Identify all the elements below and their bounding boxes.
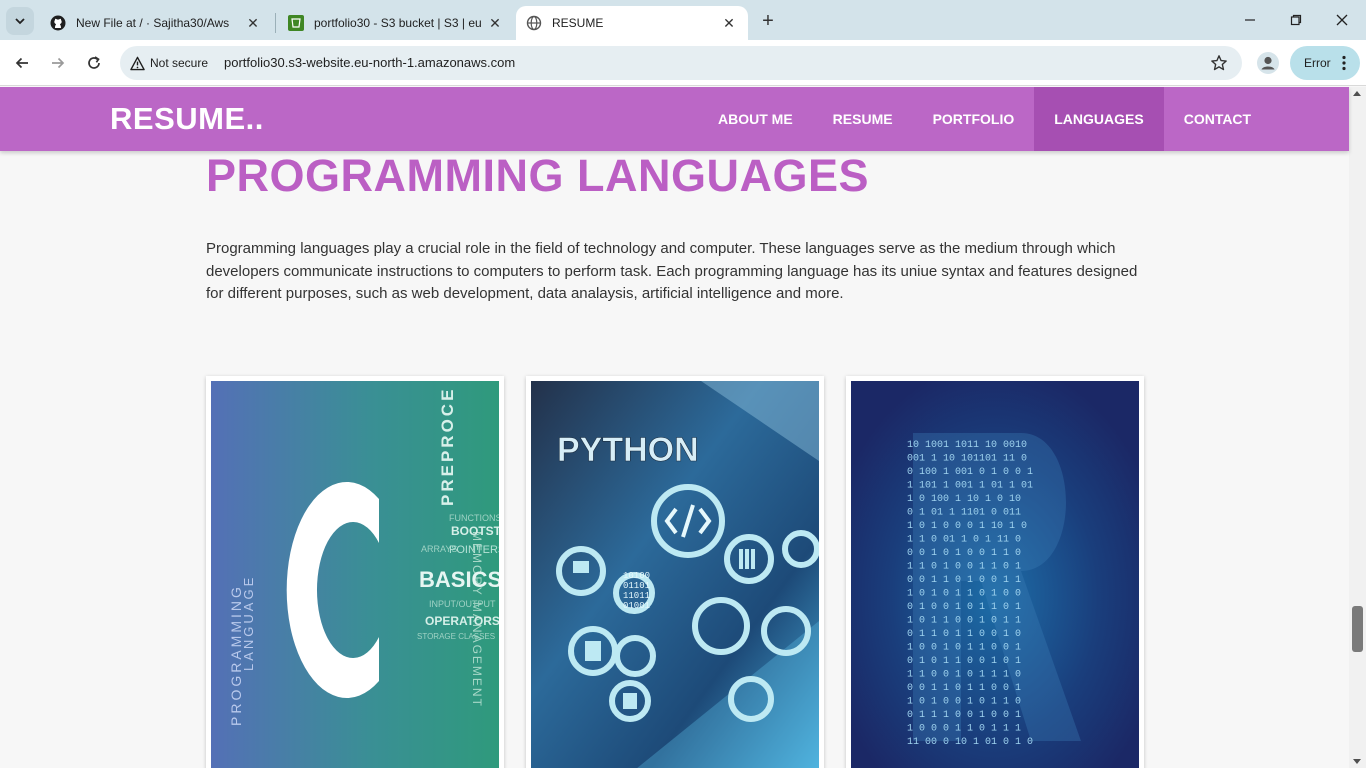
nav-about-me[interactable]: ABOUT ME	[698, 87, 813, 151]
chevron-down-icon	[15, 18, 25, 25]
forward-arrow-icon[interactable]	[44, 49, 72, 77]
tab-s3-bucket[interactable]: portfolio30 - S3 bucket | S3 | eu ✕	[278, 6, 514, 40]
section-heading: PROGRAMMING LANGUAGES	[206, 150, 869, 201]
site-logo[interactable]: RESUME..	[110, 101, 264, 137]
python-binary-3: 11011	[623, 591, 650, 601]
c-vertical-preprocessor: PREPROCE	[438, 387, 457, 506]
c-word-bootstrap: BOOTSTRAP	[451, 524, 499, 538]
tab-title: RESUME	[552, 16, 604, 30]
c-word-input-output: INPUT/OUTPUT	[429, 599, 496, 609]
reload-icon[interactable]	[80, 49, 108, 77]
section-intro: Programming languages play a crucial rol…	[206, 240, 1138, 302]
site-menu: ABOUT ME RESUME PORTFOLIO LANGUAGES CONT…	[698, 87, 1271, 151]
r-binary-row: 1 0 1 0 1 1 0 1 0 0	[907, 589, 1021, 600]
nav-contact[interactable]: CONTACT	[1164, 87, 1271, 151]
r-binary-row: 0 1 1 1 0 0 1 0 0 1	[907, 710, 1021, 721]
language-card-python[interactable]: PYTHON 10100 01101 11011 01001	[526, 376, 824, 768]
close-tab-icon[interactable]: ✕	[244, 14, 262, 32]
c-word-storage: STORAGE CLASSES	[417, 632, 495, 641]
restore-icon[interactable]	[1274, 6, 1318, 34]
language-card-r[interactable]: 10 1001 1011 10 0010 001 1 10 101101 11 0…	[846, 376, 1144, 768]
c-word-basics: BASICS	[419, 567, 499, 592]
c-language-image: PROGRAMMING LANGUAGE PREPROCE MEMORY MAN…	[211, 381, 499, 768]
r-binary-row: 1 1 0 1 0 0 1 1 0 1	[907, 562, 1021, 573]
r-binary-row: 0 0 1 0 1 0 0 1 1 0	[907, 548, 1021, 559]
site-navbar: RESUME.. ABOUT ME RESUME PORTFOLIO LANGU…	[0, 87, 1349, 151]
r-binary-row: 0 0 1 1 0 1 1 0 0 1	[907, 683, 1021, 694]
aws-s3-icon	[288, 15, 304, 31]
python-binary-4: 01001	[623, 601, 650, 611]
bookmark-star-icon[interactable]	[1210, 54, 1228, 72]
tab-title: portfolio30 - S3 bucket | S3 | eu	[314, 16, 482, 30]
warning-triangle-icon	[130, 56, 145, 70]
globe-icon	[526, 15, 542, 31]
r-binary-row: 0 100 1 001 0 1 0 0 1	[907, 467, 1033, 478]
r-binary-row: 10 1001 1011 10 0010	[907, 440, 1027, 451]
python-binary-2: 01101	[623, 581, 650, 591]
r-binary-row: 0 1 01 1 1101 0 011	[907, 508, 1021, 519]
r-binary-row: 1 0 1 0 0 1 0 1 1 0	[907, 697, 1021, 708]
tab-resume-active[interactable]: RESUME ✕	[516, 6, 748, 40]
python-binary-1: 10100	[623, 571, 650, 581]
profile-avatar-icon[interactable]	[1256, 51, 1280, 75]
nav-resume[interactable]: RESUME	[813, 87, 913, 151]
tab-divider	[275, 13, 276, 33]
r-binary-row: 0 1 0 0 1 0 1 1 0 1	[907, 602, 1021, 613]
c-vertical-language: LANGUAGE	[241, 575, 256, 671]
back-arrow-icon[interactable]	[8, 49, 36, 77]
python-title: PYTHON	[557, 431, 699, 469]
close-tab-icon[interactable]: ✕	[486, 14, 504, 32]
r-binary-row: 1 1 0 01 1 0 1 11 0	[907, 535, 1021, 546]
not-secure-label: Not secure	[150, 56, 209, 70]
r-binary-row: 1 0 1 0 0 0 1 10 1 0	[907, 521, 1027, 532]
error-menu-button[interactable]: Error	[1290, 46, 1360, 80]
r-binary-row: 1 1 0 0 1 0 1 1 1 0	[907, 670, 1021, 681]
c-word-functions: FUNCTIONS	[449, 513, 499, 523]
page-viewport: RESUME.. ABOUT ME RESUME PORTFOLIO LANGU…	[0, 87, 1366, 768]
scroll-down-arrow-icon[interactable]	[1353, 759, 1361, 764]
page-scrollbar[interactable]	[1349, 87, 1366, 768]
python-gears-image: PYTHON 10100 01101 11011 01001	[531, 381, 819, 768]
c-word-pointers: POINTERS	[449, 544, 499, 556]
tab-github[interactable]: New File at / · Sajitha30/Aws ✕	[40, 6, 272, 40]
r-binary-row: 0 1 0 1 1 0 0 1 0 1	[907, 656, 1021, 667]
r-binary-image: 10 1001 1011 10 0010 001 1 10 101101 11 0…	[851, 381, 1139, 768]
more-vert-icon	[1342, 55, 1346, 71]
language-card-c[interactable]: PROGRAMMING LANGUAGE PREPROCE MEMORY MAN…	[206, 376, 504, 768]
scroll-up-arrow-icon[interactable]	[1353, 91, 1361, 96]
tab-search-button[interactable]	[6, 7, 34, 35]
r-binary-row: 11 00 0 10 1 01 0 1 0	[907, 737, 1033, 748]
r-binary-row: 1 0 0 0 1 1 0 1 1 1	[907, 724, 1021, 735]
address-bar[interactable]: Not secure portfolio30.s3-website.eu-nor…	[120, 46, 1242, 80]
r-binary-row: 0 1 1 0 1 1 0 0 1 0	[907, 629, 1021, 640]
browser-tab-bar: New File at / · Sajitha30/Aws ✕ portfoli…	[0, 0, 1366, 40]
nav-portfolio[interactable]: PORTFOLIO	[913, 87, 1035, 151]
nav-languages[interactable]: LANGUAGES	[1034, 87, 1164, 151]
r-binary-row: 1 0 100 1 10 1 0 10	[907, 494, 1021, 505]
r-binary-row: 1 101 1 001 1 01 1 01	[907, 481, 1033, 492]
github-icon	[50, 15, 66, 31]
url-text[interactable]: portfolio30.s3-website.eu-north-1.amazon…	[224, 55, 515, 70]
r-binary-row: 1 0 0 1 0 1 1 0 0 1	[907, 643, 1021, 654]
tab-title: New File at / · Sajitha30/Aws	[76, 16, 230, 30]
r-binary-row: 1 0 1 1 0 0 1 0 1 1	[907, 616, 1021, 627]
r-binary-row: 001 1 10 101101 11 0	[907, 454, 1027, 465]
error-label: Error	[1304, 56, 1331, 70]
minimize-icon[interactable]	[1228, 6, 1272, 34]
close-tab-icon[interactable]: ✕	[720, 14, 738, 32]
new-tab-plus-icon[interactable]: +	[756, 9, 780, 33]
c-word-operators: OPERATORS	[425, 614, 499, 628]
close-window-icon[interactable]	[1320, 6, 1364, 34]
browser-toolbar: Not secure portfolio30.s3-website.eu-nor…	[0, 40, 1366, 86]
scrollbar-thumb[interactable]	[1352, 606, 1363, 652]
r-binary-row: 0 0 1 1 0 1 0 0 1 1	[907, 575, 1021, 586]
security-chip[interactable]: Not secure	[126, 50, 216, 76]
